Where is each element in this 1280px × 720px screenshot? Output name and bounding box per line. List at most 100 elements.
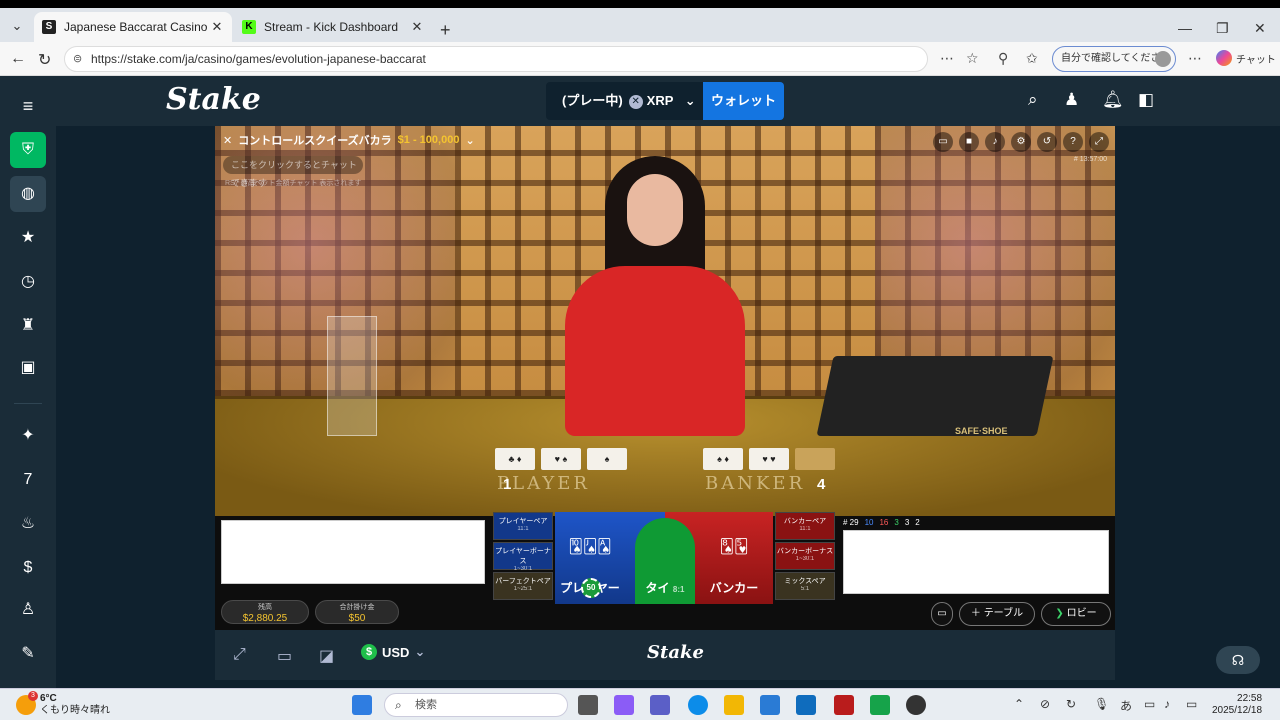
store-icon[interactable] xyxy=(760,695,780,715)
tray-overflow-icon[interactable]: ⌃ xyxy=(1014,697,1024,711)
back-arrow-icon[interactable]: ← xyxy=(10,50,26,68)
ime-indicator[interactable]: あ xyxy=(1120,697,1132,714)
avatar xyxy=(1155,51,1171,67)
video-icon[interactable]: ■ xyxy=(959,132,979,152)
settings-gear-icon[interactable]: ⚙ xyxy=(1011,132,1031,152)
reload-icon[interactable]: ↻ xyxy=(38,50,51,70)
total-bet-display: 合計掛け金 $50 xyxy=(315,600,399,624)
live-game-frame[interactable]: SAFE·SHOE ♣ ♦ ♥ ♠ ♠ ♠ ♦ ♥ ♥ PLAYER BANKE… xyxy=(215,126,1115,630)
card-shoe xyxy=(816,356,1054,436)
chat-bubble-icon[interactable]: ▭ xyxy=(933,132,953,152)
table-button[interactable]: ＋ テーブル xyxy=(959,602,1035,626)
extension-icon[interactable]: ⚲ xyxy=(998,50,1008,67)
dealer xyxy=(565,156,745,436)
network-icon[interactable]: ▭ xyxy=(1144,697,1155,711)
bell-icon[interactable]: 🔔︎ xyxy=(1102,90,1124,110)
sidebar-item-slots[interactable]: $ xyxy=(10,550,46,586)
user-icon[interactable]: ♟ xyxy=(1064,90,1079,110)
battery-icon[interactable]: ▭ xyxy=(1186,697,1197,711)
chat-panel-icon[interactable]: ◧ xyxy=(1138,90,1154,110)
bet-mix-pair[interactable]: ミックスペア 5:1 xyxy=(775,572,835,600)
bet-player-bonus[interactable]: プレイヤーボーナス 1~30:1 xyxy=(493,542,553,572)
support-headset-icon[interactable]: ☊ xyxy=(1216,646,1260,674)
volume-icon[interactable]: ♪ xyxy=(1164,697,1170,711)
close-game-icon[interactable]: ✕ xyxy=(223,134,232,147)
tab-baccarat[interactable]: S Japanese Baccarat Casino Game b ✕ xyxy=(34,12,232,42)
task-view-icon[interactable] xyxy=(578,695,598,715)
lobby-button[interactable]: ❯ ロビー xyxy=(1041,602,1111,626)
sidebar-item-tools[interactable]: ✎ xyxy=(10,636,46,672)
tab-list-chevron-icon[interactable]: ⌄ xyxy=(6,16,28,36)
minimize-icon[interactable]: — xyxy=(1178,20,1192,36)
tray-app-icon[interactable]: ⊘ xyxy=(1040,697,1050,711)
close-window-icon[interactable]: ✕ xyxy=(1254,20,1266,37)
app-red-icon[interactable] xyxy=(834,695,854,715)
sidebar-item-sports[interactable]: ◍ xyxy=(10,176,46,212)
wallet-button[interactable]: ウォレット xyxy=(703,82,784,120)
search-icon[interactable]: ⌕ xyxy=(1028,90,1038,110)
close-tab-icon[interactable]: ✕ xyxy=(410,19,424,35)
tab-kick[interactable]: K Stream - Kick Dashboard ✕ xyxy=(234,12,432,42)
sidebar-item-favorites[interactable]: ★ xyxy=(10,220,46,256)
edge-browser-icon[interactable] xyxy=(688,695,708,715)
expand-icon[interactable]: ⤢ xyxy=(233,646,246,664)
favorites-icon[interactable]: ✩ xyxy=(1026,50,1038,67)
help-icon[interactable]: ? xyxy=(1063,132,1083,152)
taskbar-search[interactable]: ⌕ 検索 xyxy=(384,693,568,717)
bet-perfect-pair[interactable]: パーフェクトペア 1~25:1 xyxy=(493,572,553,600)
menu-hamburger-icon[interactable]: ≡ xyxy=(10,88,46,124)
card: ♥ ♠ xyxy=(541,448,581,470)
chat-notice: RS7 最高ベット金額チャット 表示されます xyxy=(225,180,362,187)
sidebar-item-live[interactable]: ♙ xyxy=(10,592,46,628)
file-explorer-icon[interactable] xyxy=(724,695,744,715)
stats-chart-icon[interactable]: ◪ xyxy=(319,646,334,666)
outlook-icon[interactable] xyxy=(796,695,816,715)
limits-chevron-icon[interactable]: ⌄ xyxy=(465,134,474,147)
copilot-app-icon[interactable] xyxy=(614,695,634,715)
obs-icon[interactable] xyxy=(906,695,926,715)
stake-logo[interactable]: Stake xyxy=(166,82,261,117)
chat-label: チャット xyxy=(1236,54,1276,66)
maximize-icon[interactable]: ❐ xyxy=(1216,20,1229,37)
bet-tie[interactable]: タイ 8:1 xyxy=(635,518,695,604)
close-tab-icon[interactable]: ✕ xyxy=(210,19,224,35)
player-wins: 10 xyxy=(864,517,874,527)
more-menu-icon[interactable]: ⋯ xyxy=(1188,50,1202,67)
history-icon[interactable]: ↺ xyxy=(1037,132,1057,152)
volume-icon[interactable]: ♪ xyxy=(985,132,1005,152)
weather-widget[interactable]: 3 6°C くもり時々晴れ xyxy=(16,691,110,717)
copilot-chat-button[interactable]: チャット xyxy=(1216,50,1276,66)
sidebar-item-new[interactable]: ✦ xyxy=(10,418,46,454)
chat-toggle-icon[interactable]: ▭ xyxy=(931,602,953,626)
chat-input[interactable]: ここをクリックするとチャットできます xyxy=(223,156,363,188)
favorite-star-icon[interactable]: ☆ xyxy=(966,50,979,67)
tie-odds: 8:1 xyxy=(672,585,685,594)
sidebar-item-bets[interactable]: ▣ xyxy=(10,350,46,386)
reading-icon[interactable]: ⋯ xyxy=(940,50,954,67)
fullscreen-icon[interactable]: ⤢ xyxy=(1089,132,1109,152)
bet-banker-pair[interactable]: バンカーペア 11:1 xyxy=(775,512,835,540)
xbox-icon[interactable] xyxy=(870,695,890,715)
sync-icon[interactable]: ↻ xyxy=(1066,697,1076,711)
bet-player-pair[interactable]: プレイヤーペア 11:1 xyxy=(493,512,553,540)
banker-wins: 16 xyxy=(879,517,889,527)
round-stats: # 29 10 16 3 3 2 xyxy=(843,516,1109,528)
system-clock[interactable]: 22:58 2025/12/18 xyxy=(1212,693,1262,717)
site-info-icon[interactable]: ⊜ xyxy=(73,47,82,71)
windows-start-icon[interactable] xyxy=(352,695,372,715)
sidebar-item-recent[interactable]: ◷ xyxy=(10,264,46,300)
bet-banker-bonus[interactable]: バンカーボーナス 1~30:1 xyxy=(775,542,835,570)
sidebar-item-casino[interactable]: ⛨ xyxy=(10,132,46,168)
profile-button[interactable]: 自分で確認してください xyxy=(1052,46,1176,72)
new-tab-plus-icon[interactable]: + xyxy=(440,20,451,41)
teams-icon[interactable] xyxy=(650,695,670,715)
sidebar-item-hot[interactable]: ♨ xyxy=(10,506,46,542)
sidebar-item-challenges[interactable]: ♜ xyxy=(10,308,46,344)
microphone-icon[interactable]: 🎙︎ xyxy=(1094,697,1109,711)
theatre-mode-icon[interactable]: ▭ xyxy=(277,646,292,666)
currency-selector[interactable]: (プレー中) ✕ XRP ⌄ xyxy=(546,82,704,120)
sidebar-item-originals[interactable]: 7 xyxy=(10,462,46,498)
url-bar[interactable]: ⊜ https://stake.com/ja/casino/games/evol… xyxy=(64,46,928,72)
usd-coin-icon: $ xyxy=(361,644,377,660)
footer-currency-selector[interactable]: $ USD ⌄ xyxy=(361,644,425,660)
